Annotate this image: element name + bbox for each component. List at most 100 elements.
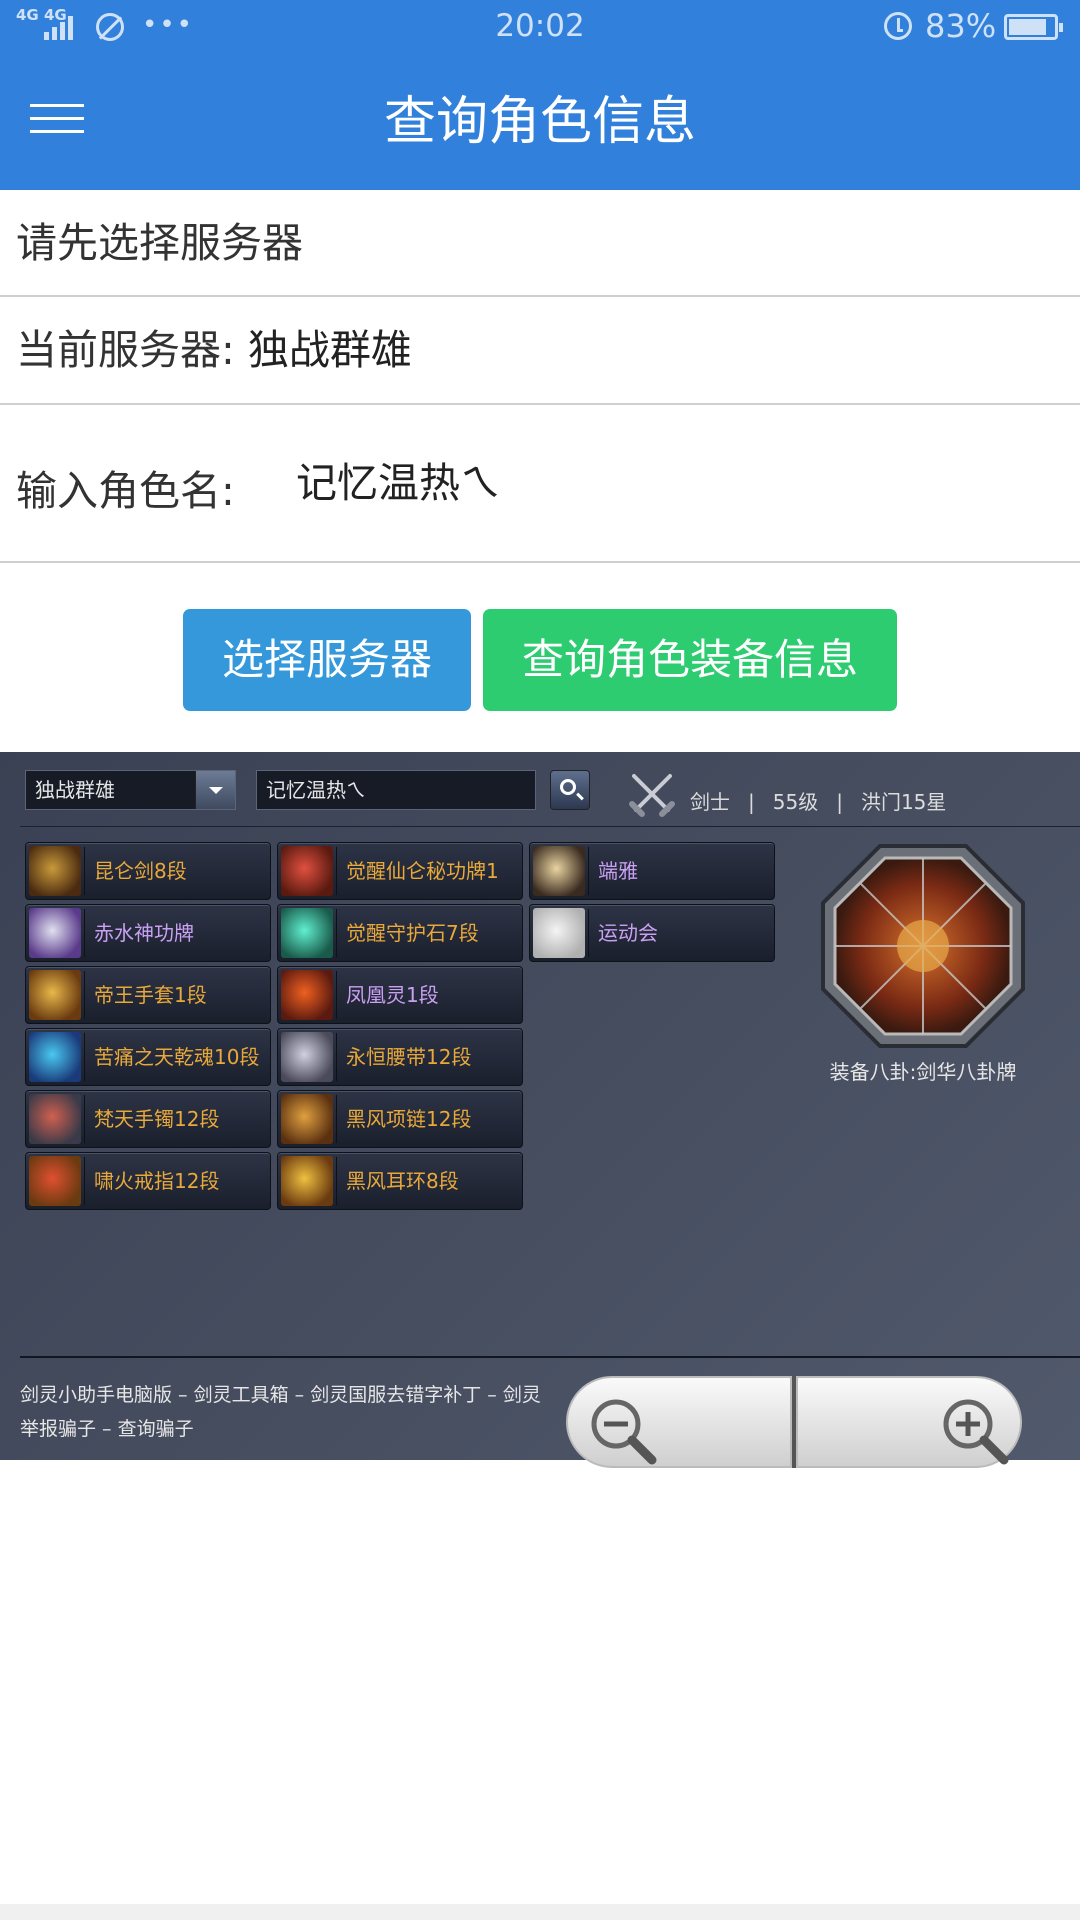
battery-icon	[1004, 14, 1063, 40]
footer-link[interactable]: 查询骗子	[118, 1418, 194, 1440]
equipment-slot[interactable]: 苦痛之天乾魂10段	[25, 1028, 271, 1086]
footer-link[interactable]: 剑灵	[503, 1384, 541, 1406]
footer-separator: –	[481, 1384, 503, 1406]
battery-percent: 83%	[925, 7, 997, 45]
equipment-slot[interactable]: 梵天手镯12段	[25, 1090, 271, 1148]
footer-separator: –	[172, 1384, 194, 1406]
equipment-slot[interactable]: 端雅	[529, 842, 775, 900]
equipment-slot[interactable]: 觉醒守护石7段	[277, 904, 523, 962]
footer-link[interactable]: 剑灵小助手电脑版	[20, 1384, 172, 1406]
web-result-panel: 独战群雄 记忆温热ㄟ 剑士 | 55级 | 洪门15星 昆仑剑8段赤水神功牌帝王手套1段…	[0, 752, 1080, 1460]
footer-link[interactable]: 剑灵国服去错字补丁	[310, 1384, 481, 1406]
equipment-name: 啸火戒指12段	[94, 1169, 220, 1193]
web-name-input[interactable]: 记忆温热ㄟ	[256, 770, 536, 810]
divider	[20, 826, 1080, 827]
equipment-slot[interactable]: 觉醒仙仑秘功牌1	[277, 842, 523, 900]
slot-divider	[84, 1033, 85, 1081]
info-divider: |	[836, 790, 843, 814]
current-server-label: 当前服务器:	[16, 326, 248, 374]
orb-icon	[281, 970, 333, 1020]
zoom-in-button[interactable]	[796, 1376, 1022, 1468]
server-select-value: 独战群雄	[35, 778, 115, 802]
level-label: 55级	[772, 790, 819, 814]
name-row: 输入角色名:	[0, 405, 1080, 563]
slot-divider	[588, 847, 589, 895]
hair-icon	[533, 846, 585, 896]
slot-divider	[84, 909, 85, 957]
equipment-name: 梵天手镯12段	[94, 1107, 220, 1131]
role-name-input[interactable]	[296, 455, 896, 502]
select-server-button[interactable]: 选择服务器	[183, 609, 471, 711]
app-bar: 查询角色信息	[0, 54, 1080, 190]
slot-divider	[336, 847, 337, 895]
soul-icon	[29, 1032, 81, 1082]
bagua-octagon-icon[interactable]	[819, 842, 1027, 1050]
equipment-name: 觉醒守护石7段	[346, 921, 479, 945]
badge-icon	[281, 846, 333, 896]
scroll-icon	[29, 908, 81, 958]
equipment-slot[interactable]: 赤水神功牌	[25, 904, 271, 962]
bracelet-icon	[29, 1094, 81, 1144]
slot-divider	[336, 909, 337, 957]
page-title: 查询角色信息	[383, 92, 696, 152]
equipment-name: 端雅	[598, 859, 638, 883]
equipment-name: 赤水神功牌	[94, 921, 194, 945]
chevron-down-icon[interactable]	[195, 771, 235, 809]
search-icon[interactable]	[550, 770, 590, 810]
zoom-controls	[566, 1376, 1022, 1468]
equipment-slot[interactable]: 黑风项链12段	[277, 1090, 523, 1148]
info-divider: |	[748, 790, 755, 814]
equipment-slot[interactable]: 昆仑剑8段	[25, 842, 271, 900]
equipment-name: 觉醒仙仑秘功牌1	[346, 859, 499, 883]
ring-icon	[29, 1156, 81, 1206]
character-info: 剑士 | 55级 | 洪门15星	[690, 786, 964, 815]
clock: 20:02	[495, 8, 585, 44]
slot-divider	[588, 909, 589, 957]
equipment-name: 运动会	[598, 921, 658, 945]
sword-icon	[29, 846, 81, 896]
equipment-slot[interactable]: 运动会	[529, 904, 775, 962]
zoom-in-icon	[943, 1399, 1009, 1465]
footer-separator: –	[96, 1418, 118, 1440]
battery-level	[1009, 19, 1046, 35]
necklace-icon	[281, 1094, 333, 1144]
equipment-slot[interactable]: 黑风耳环8段	[277, 1152, 523, 1210]
equipment-name: 永恒腰带12段	[346, 1045, 472, 1069]
server-select[interactable]: 独战群雄	[25, 770, 236, 810]
rank-label: 洪门15星	[860, 790, 947, 814]
zoom-out-button[interactable]	[566, 1376, 792, 1468]
equipment-name: 昆仑剑8段	[94, 859, 187, 883]
name-label: 输入角色名:	[16, 467, 235, 515]
footer-separator: –	[288, 1384, 311, 1406]
slot-divider	[84, 971, 85, 1019]
gem-icon	[281, 908, 333, 958]
crossed-swords-icon	[629, 774, 675, 817]
equipment-slot[interactable]: 永恒腰带12段	[277, 1028, 523, 1086]
slot-divider	[336, 1095, 337, 1143]
slot-divider	[336, 971, 337, 1019]
alarm-icon	[884, 12, 912, 40]
slot-divider	[336, 1033, 337, 1081]
shirt-icon	[533, 908, 585, 958]
class-label: 剑士	[690, 790, 730, 814]
divider	[20, 1356, 1080, 1358]
footer-links: 剑灵小助手电脑版 – 剑灵工具箱 – 剑灵国服去错字补丁 – 剑灵 举报骗子 – …	[20, 1378, 620, 1446]
glove-icon	[29, 970, 81, 1020]
equipment-name: 帝王手套1段	[94, 983, 207, 1007]
footer-link[interactable]: 举报骗子	[20, 1418, 96, 1440]
equipment-name: 凤凰灵1段	[346, 983, 439, 1007]
bagua-caption: 装备八卦:剑华八卦牌	[829, 1060, 1017, 1084]
slot-divider	[84, 1157, 85, 1205]
equipment-slot[interactable]: 凤凰灵1段	[277, 966, 523, 1024]
earring-icon	[281, 1156, 333, 1206]
equipment-name: 黑风项链12段	[346, 1107, 472, 1131]
equipment-slot[interactable]: 啸火戒指12段	[25, 1152, 271, 1210]
slot-divider	[84, 847, 85, 895]
equipment-slot[interactable]: 帝王手套1段	[25, 966, 271, 1024]
belt-icon	[281, 1032, 333, 1082]
status-bar: 4G 4G ••• 20:02 83%	[0, 0, 1080, 54]
footer-link[interactable]: 剑灵工具箱	[194, 1384, 289, 1406]
query-equipment-button[interactable]: 查询角色装备信息	[483, 609, 897, 711]
current-server-row: 当前服务器: 独战群雄	[0, 297, 1080, 405]
slot-divider	[84, 1095, 85, 1143]
